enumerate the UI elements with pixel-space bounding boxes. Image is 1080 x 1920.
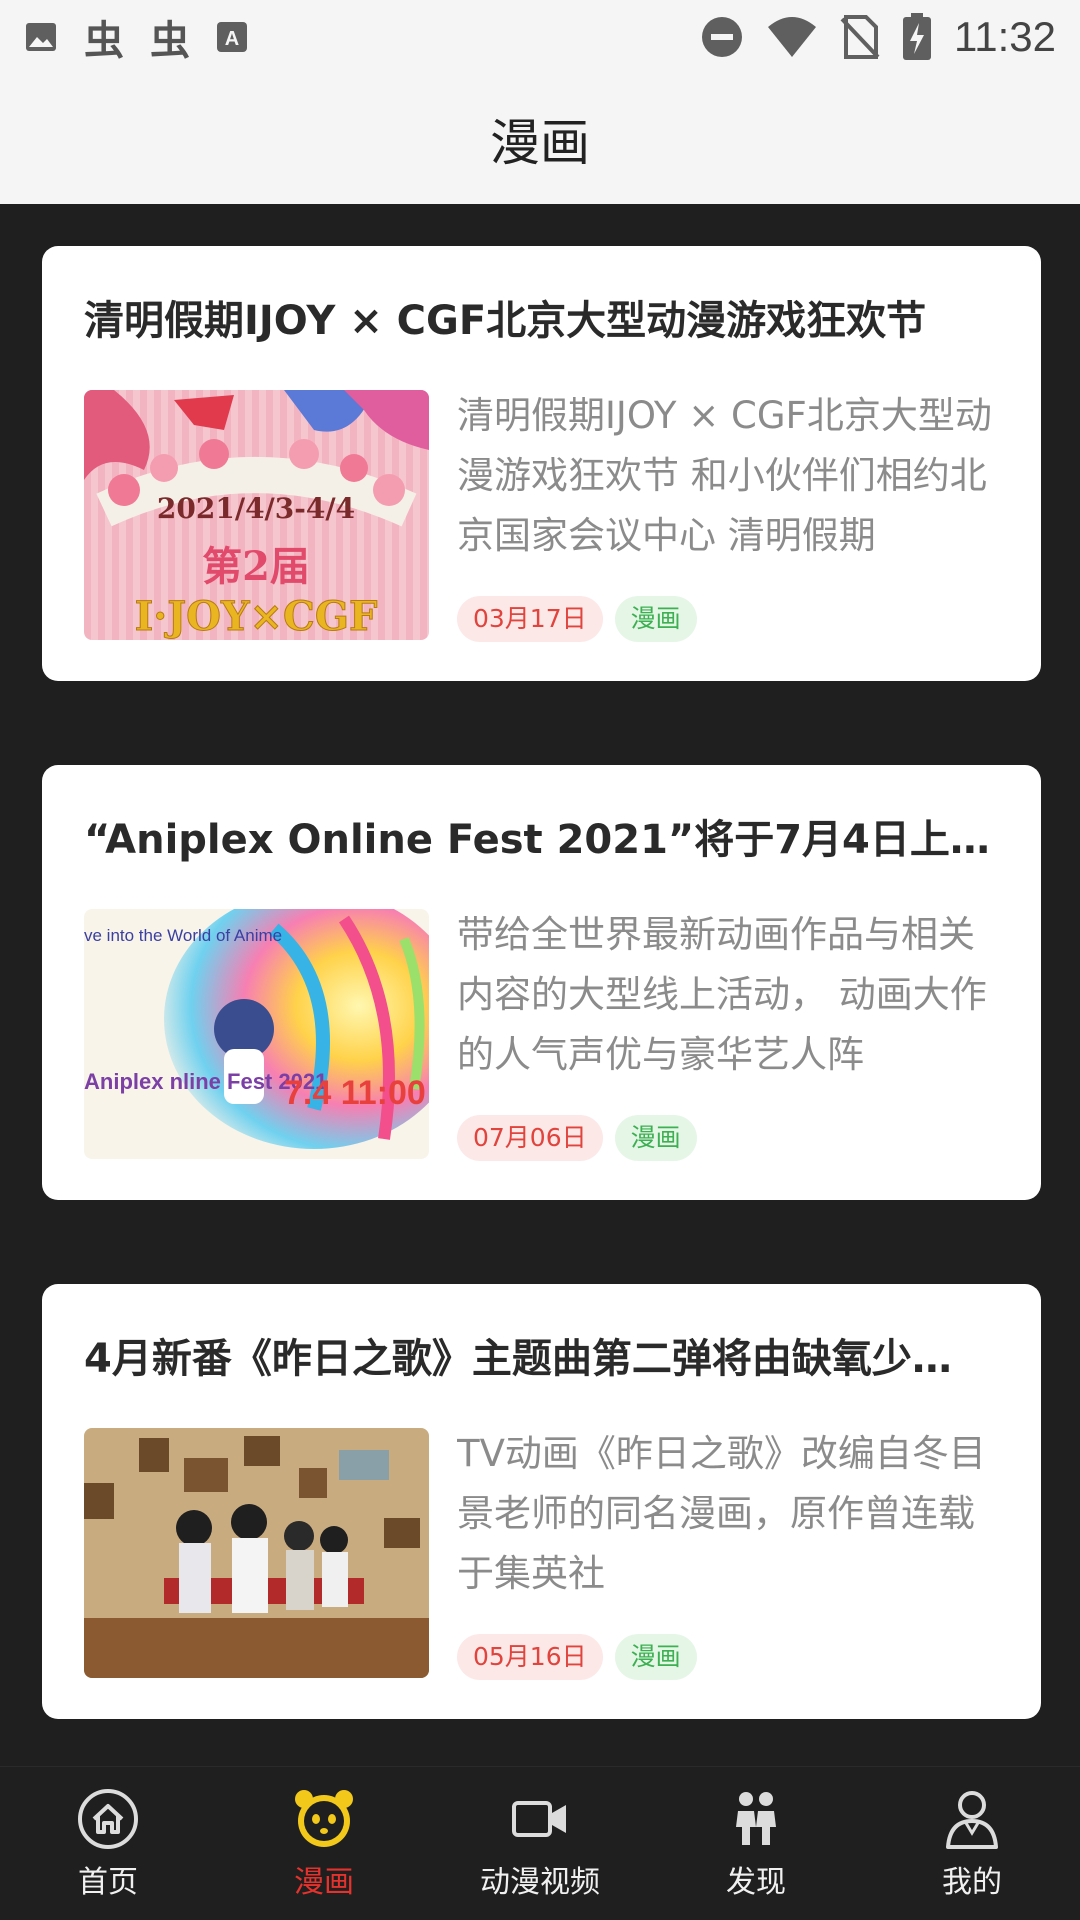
wifi-icon xyxy=(768,17,816,57)
status-bar: 虫 虫 A 11:32 xyxy=(0,0,1080,74)
svg-text:A: A xyxy=(225,28,239,50)
thumb-edition: 第2届 xyxy=(202,543,310,590)
bug-icon: 虫 xyxy=(150,18,190,64)
bug-icon: 虫 xyxy=(84,18,124,64)
no-sim-icon xyxy=(840,15,880,59)
nav-item-home[interactable]: 首页 xyxy=(18,1787,198,1901)
article-feed[interactable]: 清明假期IJOY × CGF北京大型动漫游戏狂欢节 2021/4/3-4/4 第… xyxy=(0,204,1080,1766)
category-tag: 漫画 xyxy=(614,1634,697,1680)
title-bar: 漫画 xyxy=(0,74,1080,204)
nav-label: 发现 xyxy=(726,1864,786,1900)
date-tag: 05月16日 xyxy=(457,1634,603,1680)
article-tags: 03月17日 漫画 xyxy=(457,596,697,642)
article-summary: 清明假期IJOY × CGF北京大型动漫游戏狂欢节 和小伙伴们相约北京国家会议中… xyxy=(457,394,992,557)
nav-item-discover[interactable]: 发现 xyxy=(666,1787,846,1901)
article-tags: 05月16日 漫画 xyxy=(457,1634,697,1680)
article-card[interactable]: 清明假期IJOY × CGF北京大型动漫游戏狂欢节 2021/4/3-4/4 第… xyxy=(42,246,1041,681)
article-title: “Aniplex Online Fest 2021”将于7月4日上午11… xyxy=(84,817,1024,863)
category-tag: 漫画 xyxy=(614,1115,697,1161)
battery-charging-icon xyxy=(903,13,931,60)
thumb-event-time: 7.4 11:00 xyxy=(284,1074,426,1112)
system-icons: 11:32 xyxy=(700,13,1056,61)
bottom-navigation: 首页 漫画 动漫视频 发现 我的 xyxy=(0,1766,1080,1920)
article-summary: TV动画《昨日之歌》改编自冬目景老师的同名漫画，原作曾连载于集英社 xyxy=(457,1432,986,1595)
image-icon xyxy=(26,23,56,51)
category-tag: 漫画 xyxy=(614,596,697,642)
article-title: 清明假期IJOY × CGF北京大型动漫游戏狂欢节 xyxy=(84,298,927,344)
status-time: 11:32 xyxy=(954,13,1056,60)
people-icon xyxy=(736,1791,776,1845)
notification-icons: 虫 虫 A xyxy=(24,8,248,66)
date-tag: 03月17日 xyxy=(457,596,603,642)
thumb-tagline: ve into the World of Anime xyxy=(84,926,282,945)
article-tags: 07月06日 漫画 xyxy=(457,1115,697,1161)
do-not-disturb-icon xyxy=(702,17,742,57)
article-summary: 带给全世界最新动画作品与相关内容的大型线上活动， 动画大作的人气声优与豪华艺人阵 xyxy=(457,913,987,1076)
article-thumbnail: ve into the World of Anime Aniplex nline… xyxy=(84,909,429,1159)
panda-icon xyxy=(295,1789,353,1847)
thumb-event-dates: 2021/4/3-4/4 xyxy=(157,492,355,525)
nav-item-manga[interactable]: 漫画 xyxy=(234,1787,414,1901)
article-thumbnail xyxy=(84,1428,429,1678)
nav-label: 动漫视频 xyxy=(480,1864,600,1900)
font-a-icon: A xyxy=(217,22,247,52)
nav-label: 漫画 xyxy=(294,1864,354,1900)
video-camera-icon xyxy=(512,1800,566,1837)
page-title: 漫画 xyxy=(490,114,590,172)
nav-label: 首页 xyxy=(78,1864,138,1900)
home-icon xyxy=(78,1788,138,1849)
nav-item-anime-video[interactable]: 动漫视频 xyxy=(450,1787,630,1901)
thumb-event-name: I·JOY×CGF xyxy=(135,593,378,640)
profile-icon xyxy=(946,1790,998,1849)
article-card[interactable]: “Aniplex Online Fest 2021”将于7月4日上午11… ve… xyxy=(42,765,1041,1200)
article-thumbnail: 2021/4/3-4/4 第2届 I·JOY×CGF xyxy=(84,390,429,640)
article-title: 4月新番《昨日之歌》主题曲第二弹将由缺氧少… xyxy=(84,1336,952,1382)
article-card[interactable]: 4月新番《昨日之歌》主题曲第二弹将由缺氧少… TV动画《昨日之歌》改编自冬目景老… xyxy=(42,1284,1041,1719)
nav-item-profile[interactable]: 我的 xyxy=(882,1787,1062,1901)
nav-label: 我的 xyxy=(942,1864,1002,1900)
date-tag: 07月06日 xyxy=(457,1115,603,1161)
